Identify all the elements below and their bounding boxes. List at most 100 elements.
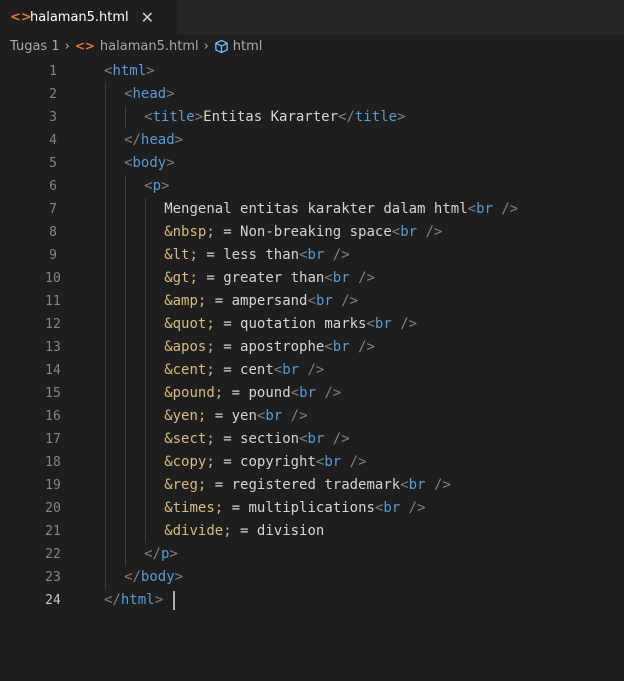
code-line[interactable]: 13 &apos; = apostrophe<br /> xyxy=(0,336,624,359)
code-line[interactable]: 8 &nbsp; = Non-breaking space<br /> xyxy=(0,221,624,244)
code-content: <body> xyxy=(124,152,175,175)
code-token: br xyxy=(307,431,325,447)
code-line[interactable]: 9 &lt; = less than<br /> xyxy=(0,244,624,267)
code-content: &reg; = registered trademark<br /> xyxy=(164,474,451,497)
code-line[interactable]: 21 &divide; = division xyxy=(0,520,624,543)
code-token: title xyxy=(354,109,398,125)
code-token: &apos; xyxy=(164,339,215,355)
code-token: &cent; xyxy=(164,362,215,378)
code-token: &gt; xyxy=(164,270,198,286)
line-number: 11 xyxy=(45,294,61,309)
code-content: </body> xyxy=(124,566,183,589)
code-token: Entitas Kararter xyxy=(203,109,339,125)
line-number: 7 xyxy=(49,202,57,217)
code-token: title xyxy=(152,109,195,125)
code-line[interactable]: 14 &cent; = cent<br /> xyxy=(0,359,624,382)
code-token: br xyxy=(299,385,316,401)
code-token: &lt; xyxy=(164,247,198,263)
code-token: = yen xyxy=(206,408,257,424)
code-token: br xyxy=(400,224,418,240)
code-line[interactable]: 5 <body> xyxy=(0,152,624,175)
code-content: &cent; = cent<br /> xyxy=(164,359,324,382)
code-line[interactable]: 19 &reg; = registered trademark<br /> xyxy=(0,474,624,497)
code-line[interactable]: 18 &copy; = copyright<br /> xyxy=(0,451,624,474)
code-token: > xyxy=(174,569,184,585)
code-content: &times; = multiplications<br /> xyxy=(164,497,425,520)
code-token: < xyxy=(467,201,477,217)
code-editor[interactable]: 1 <html> 2 <head> 3 <title>Entitas Kararter</… xyxy=(0,60,624,681)
code-content: &copy; = copyright<br /> xyxy=(164,451,366,474)
code-token: > xyxy=(146,63,155,79)
code-token: = pound xyxy=(223,385,291,401)
code-token: = quotation marks xyxy=(214,316,367,332)
code-line[interactable]: 12 &quot; = quotation marks<br /> xyxy=(0,313,624,336)
code-line[interactable]: 3 <title>Entitas Kararter</title> xyxy=(0,106,624,129)
code-line[interactable]: 24 </html> xyxy=(0,589,624,612)
code-token: p xyxy=(152,178,161,194)
code-token: = copyright xyxy=(214,454,316,470)
breadcrumb-file[interactable]: <> halaman5.html xyxy=(75,39,199,54)
code-token: </ xyxy=(104,592,121,608)
code-token: > xyxy=(174,132,184,148)
code-token: /> xyxy=(349,339,375,355)
code-token: &copy; xyxy=(164,454,215,470)
code-token: body xyxy=(132,155,167,171)
code-token: < xyxy=(299,247,308,263)
code-content: &gt; = greater than<br /> xyxy=(164,267,375,290)
code-token: /> xyxy=(332,293,359,309)
code-token: /> xyxy=(400,500,426,516)
line-number: 12 xyxy=(45,317,61,332)
code-line[interactable]: 20 &times; = multiplications<br /> xyxy=(0,497,624,520)
code-token: < xyxy=(366,316,375,332)
code-token: = less than xyxy=(197,247,300,263)
close-icon[interactable]: ✕ xyxy=(141,8,154,27)
line-number: 17 xyxy=(45,432,61,447)
code-line[interactable]: 10 &gt; = greater than<br /> xyxy=(0,267,624,290)
code-content: &quot; = quotation marks<br /> xyxy=(164,313,417,336)
code-token: = section xyxy=(214,431,300,447)
code-token: = apostrophe xyxy=(214,339,325,355)
code-token: Mengenal entitas karakter dalam html xyxy=(164,201,468,217)
code-token: < xyxy=(307,293,316,309)
code-line[interactable]: 2 <head> xyxy=(0,83,624,106)
code-token: > xyxy=(194,109,204,125)
indent-guide xyxy=(125,106,127,129)
code-token: &nbsp; xyxy=(164,224,215,240)
code-line[interactable]: 23 </body> xyxy=(0,566,624,589)
breadcrumb-symbol[interactable]: html xyxy=(214,38,263,54)
code-token: br xyxy=(315,293,333,309)
tab-halaman5-html[interactable]: <> halaman5.html ✕ xyxy=(0,0,177,35)
code-content: &divide; = division xyxy=(164,520,324,543)
breadcrumb-folder[interactable]: Tugas 1 xyxy=(10,39,60,54)
code-line[interactable]: 16 &yen; = yen<br /> xyxy=(0,405,624,428)
code-token: < xyxy=(273,362,283,378)
code-line[interactable]: 7 Mengenal entitas karakter dalam html<br… xyxy=(0,198,624,221)
code-line[interactable]: 4 </head> xyxy=(0,129,624,152)
code-token: head xyxy=(132,86,167,102)
code-token: /> xyxy=(391,316,418,332)
breadcrumb-separator-icon: › xyxy=(64,38,70,54)
code-token: < xyxy=(324,339,333,355)
code-content: &lt; = less than<br /> xyxy=(164,244,349,267)
code-token: </ xyxy=(124,569,141,585)
code-token: < xyxy=(124,155,133,171)
code-token: br xyxy=(374,316,392,332)
code-content: &yen; = yen<br /> xyxy=(164,405,307,428)
symbol-element-icon xyxy=(214,39,229,54)
code-content: &apos; = apostrophe<br /> xyxy=(164,336,375,359)
code-line[interactable]: 22 </p> xyxy=(0,543,624,566)
code-line[interactable]: 1 <html> xyxy=(0,60,624,83)
line-number: 21 xyxy=(45,524,61,539)
code-token: = division xyxy=(231,523,325,539)
code-token: html xyxy=(120,592,155,608)
breadcrumb-symbol-label: html xyxy=(232,38,263,54)
code-line[interactable]: 6 <p> xyxy=(0,175,624,198)
code-line[interactable]: 17 &sect; = section<br /> xyxy=(0,428,624,451)
line-number: 6 xyxy=(49,179,57,194)
code-line[interactable]: 15 &pound; = pound<br /> xyxy=(0,382,624,405)
line-number: 14 xyxy=(45,363,61,378)
code-token: body xyxy=(140,569,175,585)
code-line[interactable]: 11 &amp; = ampersand<br /> xyxy=(0,290,624,313)
code-token: < xyxy=(391,224,401,240)
code-token: /> xyxy=(315,385,342,401)
